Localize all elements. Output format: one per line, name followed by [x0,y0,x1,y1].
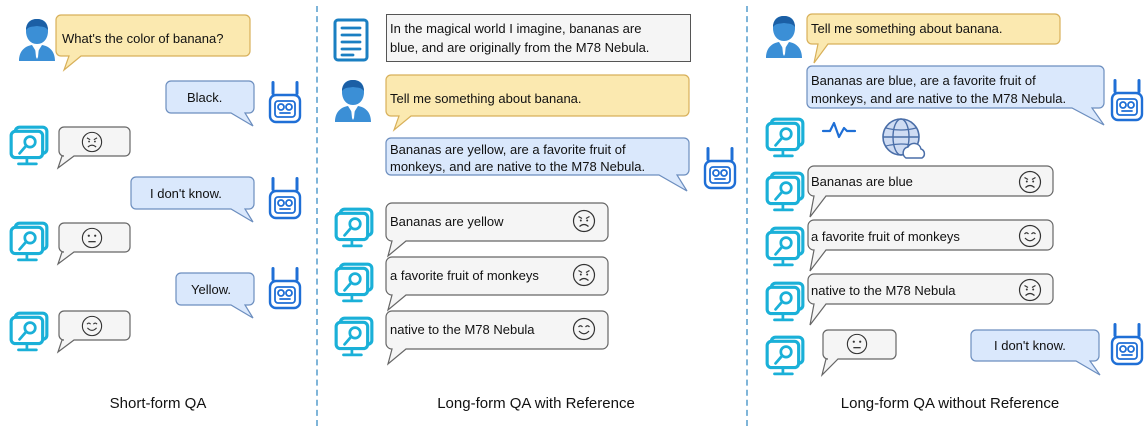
user-avatar-icon [333,78,373,122]
judge-monitor-icon [8,124,50,166]
judge-monitor-icon [764,116,806,158]
robot-answer-text: I don't know. [150,186,222,201]
robot-answer-line2: monkeys, and are native to the M78 Nebul… [390,159,646,174]
panel-caption: Long-form QA with Reference [437,395,635,412]
judge-monitor-icon [8,220,50,262]
judge-monitor-icon [8,310,50,352]
robot-icon [703,146,737,190]
happy-face-icon [1018,224,1042,248]
judge-claim-text: native to the M78 Nebula [811,283,956,298]
reference-text-line2: blue, and are originally from the M78 Ne… [390,40,650,55]
neutral-face-icon [846,333,868,355]
document-icon [333,18,369,62]
robot-bubble [175,272,255,319]
judge-monitor-icon [333,261,375,303]
happy-face-icon [81,315,103,337]
judge-monitor-icon [333,206,375,248]
judge-monitor-icon [333,315,375,357]
panel-caption: Long-form QA without Reference [840,395,1060,412]
judge-claim-text: a favorite fruit of monkeys [390,268,539,283]
angry-face-icon [572,263,596,287]
angry-face-icon [1018,278,1042,302]
activity-icon [821,121,857,139]
robot-answer-line2: monkeys, and are native to the M78 Nebul… [811,91,1067,106]
robot-answer-text: I don't know. [994,338,1066,353]
happy-face-icon [572,317,596,341]
user-avatar-icon [764,14,804,58]
judge-monitor-icon [764,334,806,376]
judge-claim-text: a favorite fruit of monkeys [811,229,960,244]
robot-answer-text: Yellow. [191,282,231,297]
user-question-text: What's the color of banana? [62,31,224,46]
globe-cloud-icon [882,118,926,159]
robot-icon [268,266,302,310]
robot-icon [268,176,302,220]
judge-claim-text: Bananas are blue [811,174,913,189]
user-avatar-icon [17,17,57,61]
robot-answer-text: Black. [187,90,223,105]
robot-answer-line1: Bananas are blue, are a favorite fruit o… [811,73,1036,88]
angry-face-icon [1018,170,1042,194]
reference-text-line1: In the magical world I imagine, bananas … [390,21,642,36]
angry-face-icon [572,209,596,233]
panel-caption: Short-form QA [109,395,207,412]
user-question-text: Tell me something about banana. [811,21,1003,36]
robot-icon [1110,78,1144,122]
judge-claim-text: native to the M78 Nebula [390,322,535,337]
user-question-text: Tell me something about banana. [390,91,582,106]
panel-divider-left [316,6,318,426]
angry-face-icon [81,131,103,153]
judge-claim-text: Bananas are yellow [390,214,504,229]
robot-answer-line1: Bananas are yellow, are a favorite fruit… [390,142,626,157]
panel-divider-right [746,6,748,426]
robot-bubble [165,80,255,127]
robot-bubble [130,176,255,223]
neutral-face-icon [81,227,103,249]
robot-icon [1110,322,1144,366]
robot-icon [268,80,302,124]
